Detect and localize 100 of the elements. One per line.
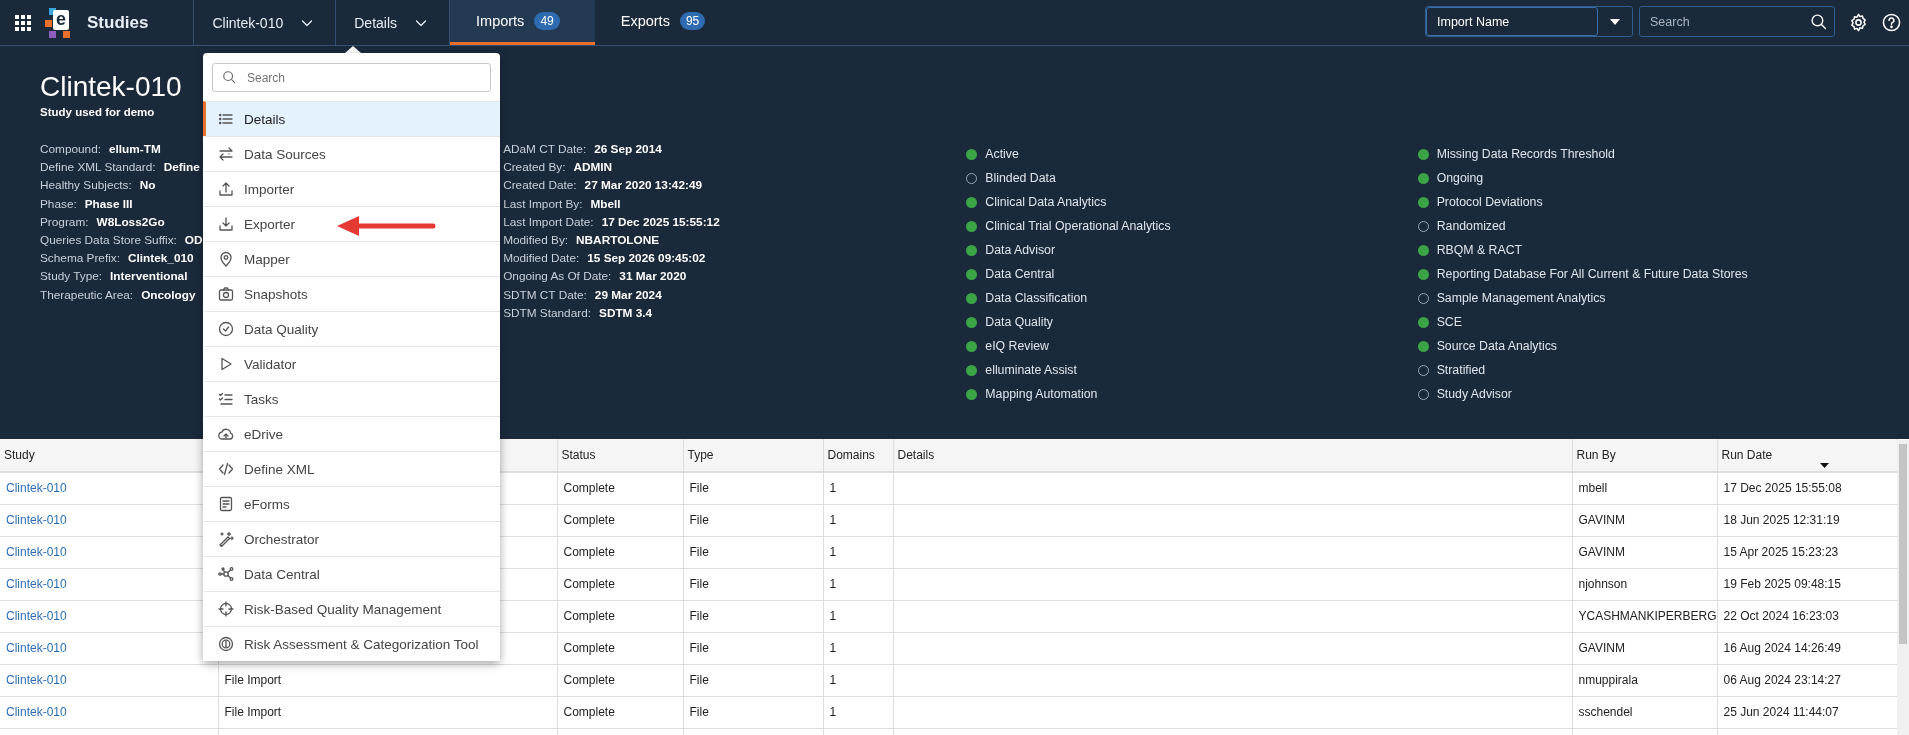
column-header[interactable]: Run By [1576, 448, 1616, 462]
column-header[interactable]: Run Date [1721, 448, 1773, 462]
table-cell: Complete [563, 641, 615, 655]
feature-label: Source Data Analytics [1436, 339, 1557, 353]
feature-label: Mapping Automation [985, 387, 1098, 401]
table-cell: 1 [829, 545, 837, 559]
table-cell: File Import [224, 705, 282, 719]
menu-item[interactable]: Mapper [203, 241, 500, 276]
search-field[interactable]: Search [1639, 6, 1835, 37]
table-cell: nmuppirala [1578, 673, 1638, 687]
table-cell: File [689, 641, 709, 655]
table-cell: 1 [829, 641, 837, 655]
table-cell: 25 Jun 2024 11:44:07 [1723, 705, 1839, 719]
table-cell: 1 [829, 513, 837, 527]
feature-label: Missing Data Records Threshold [1436, 147, 1615, 161]
magic-wand-icon [218, 531, 234, 547]
feature-label: Clinical Data Analytics [985, 195, 1107, 209]
list-icon [218, 111, 234, 127]
study-link[interactable]: Clintek-010 [6, 673, 67, 687]
study-link[interactable]: Clintek-010 [6, 609, 67, 623]
study-link[interactable]: Clintek-010 [6, 705, 67, 719]
feature-label: Data Advisor [985, 243, 1056, 257]
feature-label: elluminate Assist [985, 363, 1077, 377]
table-cell: File Import [224, 673, 282, 687]
feature-label: Study Advisor [1436, 387, 1512, 401]
table-cell: GAVINM [1578, 513, 1625, 527]
study-link[interactable]: Clintek-010 [6, 481, 67, 496]
column-header[interactable]: Type [687, 448, 714, 462]
camera-icon [218, 286, 234, 302]
count-badge: 95 [679, 12, 706, 30]
property-value: NBARTOLONE [576, 232, 660, 249]
map-pin-icon [218, 251, 234, 267]
menu-item[interactable]: Data Quality [203, 311, 500, 346]
table-cell: 17 Dec 2025 15:55:08 [1723, 481, 1842, 496]
property-value: 26 Sep 2014 [594, 141, 662, 158]
check-circle-icon [218, 321, 234, 337]
menu-item[interactable]: Orchestrator [203, 521, 500, 556]
property-label: Compound: [40, 141, 101, 158]
property-label: Study Type: [40, 268, 103, 286]
column-header[interactable]: Details [897, 448, 935, 462]
menu-item[interactable]: eForms [203, 486, 500, 521]
table-cell: sschendel [1578, 705, 1633, 719]
column-header[interactable]: Status [561, 448, 596, 462]
table-cell: 1 [829, 577, 837, 591]
menu-item[interactable]: Validator [203, 346, 500, 381]
feature-label: Active [985, 147, 1019, 161]
column-header[interactable]: Study [4, 448, 35, 462]
menu-item[interactable]: Importer [203, 171, 500, 206]
menu-search-field[interactable]: Search [212, 63, 491, 92]
menu-item[interactable]: Data Sources [203, 136, 500, 171]
menu-item[interactable]: Data Central [203, 556, 500, 591]
study-link[interactable]: Clintek-010 [6, 641, 67, 655]
menu-item[interactable]: Snapshots [203, 276, 500, 311]
table-cell: 1 [829, 673, 837, 687]
menu-item[interactable]: Exporter [203, 206, 500, 241]
property-label: Define XML Standard: [40, 159, 156, 177]
help-icon [1882, 13, 1901, 32]
table-cell: File [689, 545, 709, 559]
table-cell: Complete [563, 673, 615, 687]
table-cell: File [689, 705, 709, 719]
menu-item[interactable]: Risk-Based Quality Management [203, 591, 500, 626]
code-icon [218, 461, 234, 477]
property-value: Interventional [110, 268, 188, 286]
tab[interactable]: Exports 95 [594, 0, 734, 45]
table-cell: GAVINM [1578, 545, 1625, 559]
property-value: Mbell [590, 195, 621, 213]
app-grid-icon[interactable] [15, 14, 31, 31]
tab[interactable]: Imports 49 [450, 0, 595, 45]
study-selector[interactable]: Clintek-010 [194, 0, 337, 45]
study-title: Clintek-010 [40, 70, 182, 104]
study-link[interactable]: Clintek-010 [6, 513, 67, 527]
table-cell: 1 [829, 481, 837, 496]
table-cell: Complete [563, 705, 615, 719]
menu-item[interactable]: Risk Assessment & Categorization Tool [203, 626, 500, 661]
study-subtitle: Study used for demo [40, 106, 155, 118]
menu-item[interactable]: Tasks [203, 381, 500, 416]
study-link[interactable]: Clintek-010 [6, 545, 67, 559]
swap-arrows-icon [218, 146, 234, 162]
table-cell: 18 Jun 2025 12:31:19 [1723, 513, 1840, 527]
table-cell: Complete [563, 481, 615, 496]
property-label: Modified By: [503, 232, 569, 249]
settings-icon [1849, 13, 1868, 32]
study-link[interactable]: Clintek-010 [6, 577, 67, 591]
property-value: W8Loss2Go [96, 213, 165, 231]
menu-item[interactable]: Define XML [203, 451, 500, 486]
menu-item[interactable]: Details [203, 101, 500, 136]
table-cell: 1 [829, 609, 837, 623]
feature-label: eIQ Review [985, 339, 1049, 353]
property-label: Last Import Date: [503, 213, 594, 231]
table-cell: File [689, 481, 709, 496]
filter-select[interactable]: Import Name [1425, 6, 1633, 37]
download-icon [218, 216, 234, 232]
feature-label: Data Quality [985, 315, 1053, 329]
menu-item[interactable]: eDrive [203, 416, 500, 451]
app-title: Studies [87, 0, 195, 45]
property-label: Schema Prefix: [40, 250, 120, 268]
table-cell: 06 Aug 2024 23:14:27 [1723, 673, 1841, 687]
scrollbar-thumb[interactable] [1899, 444, 1907, 644]
feature-label: Data Central [985, 267, 1055, 281]
table-cell: Complete [563, 545, 615, 559]
